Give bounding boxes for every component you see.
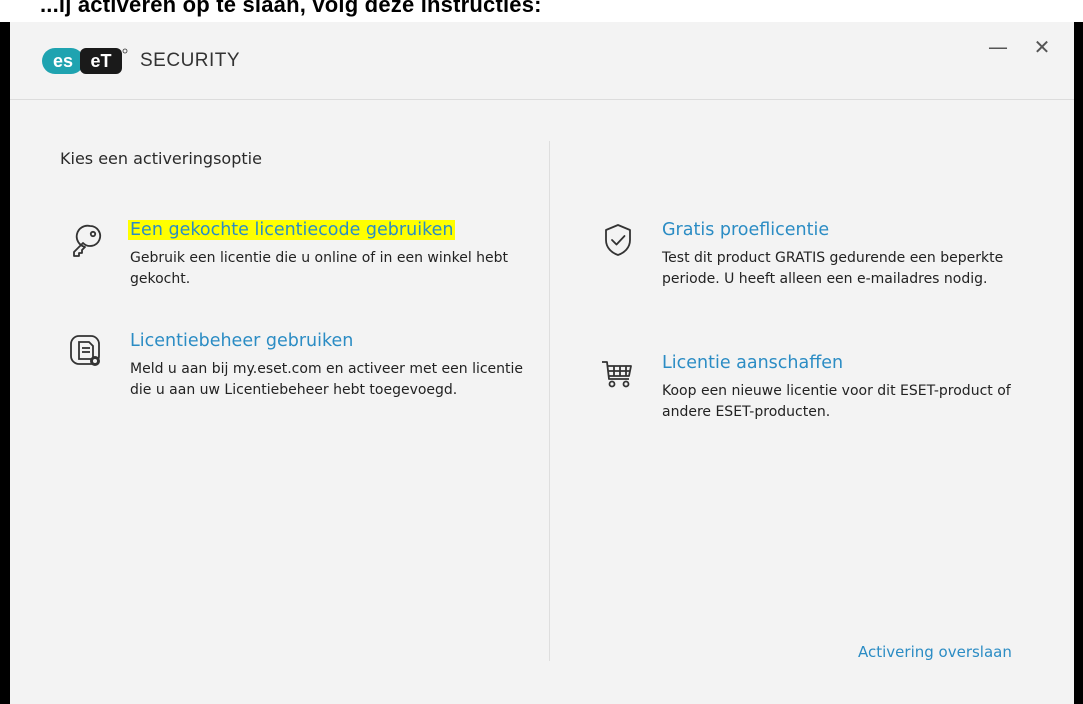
option-license-manager-title[interactable]: Licentiebeheer gebruiken bbox=[130, 331, 353, 351]
background-page-strip: ...ij activeren op te slaan, volg deze i… bbox=[0, 0, 1083, 22]
license-manager-icon bbox=[70, 335, 100, 366]
activation-window: es eT SECURITY — ✕ Kies een activeringso… bbox=[10, 22, 1074, 704]
activation-content: Kies een activeringsoptie Een gekochte l… bbox=[10, 101, 1074, 704]
option-license-manager-description: Meld u aan bij my.eset.com en activeer m… bbox=[130, 361, 524, 398]
option-free-trial-description: Test dit product GRATIS gedurende een be… bbox=[662, 250, 1004, 287]
minimize-button[interactable]: — bbox=[978, 32, 1018, 62]
key-icon bbox=[73, 224, 102, 257]
close-button[interactable]: ✕ bbox=[1022, 32, 1062, 62]
background-page-text: ...ij activeren op te slaan, volg deze i… bbox=[40, 0, 542, 17]
eset-logo: es eT SECURITY bbox=[42, 48, 240, 74]
shield-check-icon bbox=[605, 224, 631, 256]
option-license-key-description: Gebruik een licentie die u online of in … bbox=[130, 250, 509, 287]
column-divider bbox=[549, 141, 550, 661]
eset-logo-icon: es eT bbox=[42, 48, 128, 74]
option-license-key-title[interactable]: Een gekochte licentiecode gebruiken bbox=[128, 220, 456, 240]
page-title: Kies een activeringsoptie bbox=[60, 149, 262, 168]
product-name: SECURITY bbox=[140, 50, 241, 71]
svg-text:es: es bbox=[53, 51, 73, 71]
skip-activation-link[interactable]: Activering overslaan bbox=[858, 643, 1012, 661]
title-bar: es eT SECURITY — ✕ bbox=[10, 22, 1074, 100]
shopping-cart-icon bbox=[602, 361, 632, 388]
svg-text:eT: eT bbox=[90, 51, 111, 71]
option-buy-license-title[interactable]: Licentie aanschaffen bbox=[662, 353, 843, 373]
option-buy-license-description: Koop een nieuwe licentie voor dit ESET-p… bbox=[662, 383, 1011, 420]
option-free-trial-title[interactable]: Gratis proeflicentie bbox=[662, 220, 829, 240]
